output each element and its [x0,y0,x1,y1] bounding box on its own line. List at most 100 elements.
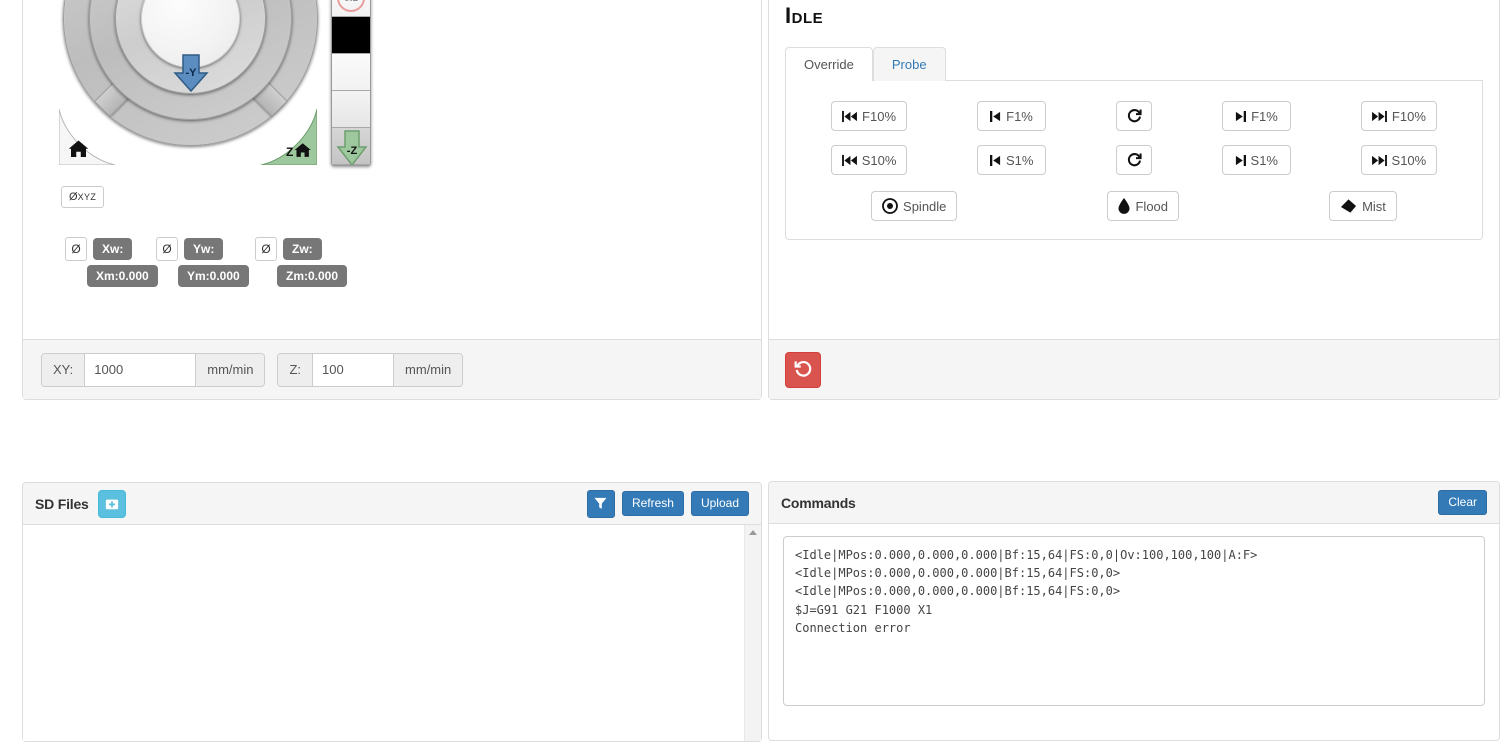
scroll-up-icon[interactable] [749,530,757,535]
commands-body: <Idle|MPos:0.000,0.000,0.000|Bf:15,64|FS… [769,524,1499,740]
z-feedrate-label: Z: [278,354,313,386]
feed-plus-1-label: F1% [1251,109,1278,124]
filter-button[interactable] [587,490,615,518]
step-forward-icon [1235,154,1246,167]
xy-feedrate-input[interactable] [85,354,195,386]
clear-button[interactable]: Clear [1438,490,1487,515]
sd-files-header: SD Files Refresh Upload [23,483,761,525]
feed-plus-1-button[interactable]: F1% [1222,101,1291,131]
step-backward-icon [990,110,1001,123]
z-feedrate-group: Z: mm/min [277,353,463,387]
jog-body: Z 100 10 1 [23,0,761,339]
commands-header: Commands Clear [769,482,1499,524]
flood-toggle-button[interactable]: Flood [1107,191,1179,221]
tab-probe[interactable]: Probe [873,47,946,81]
reset-icon [794,360,813,379]
spindle-minus-10-button[interactable]: S10% [831,145,908,175]
feedrate-footer: XY: mm/min Z: mm/min [23,339,761,399]
step-cell-selected[interactable] [332,17,370,54]
jog-y-minus-button[interactable]: -Y [169,53,213,93]
spindle-reset-button[interactable] [1116,145,1152,175]
z-work-label: Zw: [283,238,322,260]
spindle-plus-1-label: S1% [1251,153,1278,168]
step-option-0-1-label: 0.1 [337,0,365,12]
axis-group-y: Ø Yw: Ym:0.000 [156,237,249,287]
filter-icon [594,497,607,510]
feed-override-row: F10% F1% [796,101,1472,131]
jog-y-minus-label: -Y [169,53,213,93]
spindle-toggle-button[interactable]: Spindle [871,191,957,221]
mist-icon [1340,198,1357,214]
cnc-control-app: Z 100 10 1 [0,0,1500,700]
zero-y-button[interactable]: Ø [156,237,178,261]
flood-toggle-label: Flood [1135,199,1168,214]
add-folder-button[interactable] [98,490,126,518]
sd-files-title: SD Files [35,496,89,512]
z-machine-value: Zm:0.000 [277,265,347,287]
feed-minus-1-button[interactable]: F1% [977,101,1046,131]
commands-log[interactable]: <Idle|MPos:0.000,0.000,0.000|Bf:15,64|FS… [783,536,1485,706]
x-work-label: Xw: [93,238,132,260]
spindle-plus-1-button[interactable]: S1% [1222,145,1291,175]
xy-feedrate-unit: mm/min [195,354,264,386]
commands-title: Commands [781,495,856,511]
feed-minus-10-button[interactable]: F10% [831,101,907,131]
x-machine-value: Xm:0.000 [87,265,158,287]
zero-xyz-symbol: Ø [69,191,78,203]
feed-minus-1-label: F1% [1006,109,1033,124]
step-cell-blank-1[interactable] [332,54,370,91]
jog-z-minus-label: -Z [347,145,358,157]
add-folder-icon [105,497,119,511]
tab-override[interactable]: Override [785,47,873,81]
step-forward-icon [1235,110,1246,123]
commands-panel: Commands Clear <Idle|MPos:0.000,0.000,0.… [768,481,1500,741]
spindle-minus-1-label: S1% [1006,153,1033,168]
zero-z-button[interactable]: Ø [255,237,277,261]
reset-feed-icon [1126,108,1142,124]
spindle-plus-10-button[interactable]: S10% [1361,145,1438,175]
spindle-toggle-label: Spindle [903,199,946,214]
status-body: Idle Override Probe F10% [769,0,1499,339]
jog-dial[interactable]: 100 10 1 +Y -Y [63,0,318,146]
spindle-override-row: S10% S1% [796,145,1472,175]
fast-forward-icon [1372,154,1387,167]
y-work-label: Yw: [184,238,223,260]
feed-plus-10-label: F10% [1392,109,1426,124]
feed-reset-button[interactable] [1116,101,1152,131]
sd-files-list[interactable] [23,525,761,741]
jog-z-minus-button[interactable]: -Z [332,129,371,166]
mist-toggle-label: Mist [1362,199,1386,214]
step-cell-blank-2[interactable] [332,91,370,128]
fast-backward-icon [842,154,857,167]
upload-button[interactable]: Upload [691,491,749,516]
zero-xyz-button[interactable]: ØXYZ [61,186,104,208]
step-size-column[interactable]: +Z 10 1 0.1 [331,0,371,166]
zero-xyz-axes: XYZ [78,192,97,202]
home-z-label: Z [286,145,293,159]
step-backward-icon [990,154,1001,167]
axis-group-x: Ø Xw: Xm:0.000 [65,237,158,287]
sd-files-scrollbar[interactable] [744,525,761,741]
status-tabs: Override Probe [785,47,1483,81]
toggle-row: Spindle Flood Mist [796,191,1472,221]
refresh-button[interactable]: Refresh [622,491,684,516]
zero-x-button[interactable]: Ø [65,237,87,261]
status-panel: Idle Override Probe F10% [768,0,1500,400]
jog-dial-wrap: Z 100 10 1 [41,0,341,166]
commands-actions: Clear [1438,490,1487,515]
override-tab-pane: F10% F1% [785,81,1483,240]
z-feedrate-input[interactable] [313,354,393,386]
fast-forward-icon [1372,110,1387,123]
sd-files-actions: Refresh Upload [587,490,749,518]
emergency-reset-button[interactable] [785,352,821,388]
dot-circle-icon [882,198,898,214]
spindle-minus-1-button[interactable]: S1% [977,145,1046,175]
z-feedrate-unit: mm/min [393,354,462,386]
feed-plus-10-button[interactable]: F10% [1361,101,1437,131]
y-machine-value: Ym:0.000 [178,265,249,287]
xy-feedrate-label: XY: [42,354,85,386]
axis-group-z: Ø Zw: Zm:0.000 [255,237,347,287]
mist-toggle-button[interactable]: Mist [1329,191,1397,221]
status-footer [769,339,1499,399]
step-option-0-1[interactable]: 0.1 [332,0,370,17]
